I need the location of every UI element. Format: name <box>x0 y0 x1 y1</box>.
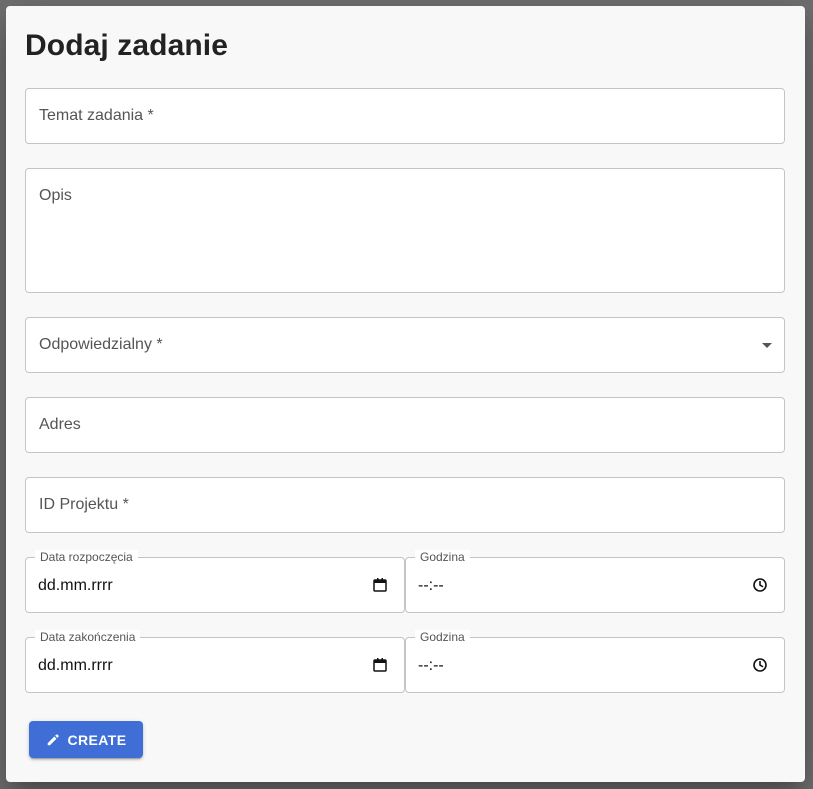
pencil-icon <box>47 733 59 745</box>
clock-icon[interactable] <box>752 657 768 673</box>
responsible-select[interactable]: Odpowiedzialny * <box>25 317 785 373</box>
end-date-value: dd.mm.rrrr <box>38 657 113 674</box>
end-time-value: --:-- <box>418 657 444 674</box>
end-date-input[interactable]: Data zakończenia dd.mm.rrrr <box>25 630 405 693</box>
start-date-value: dd.mm.rrrr <box>38 577 113 594</box>
create-button[interactable]: CREATE <box>29 721 143 758</box>
project-id-label: ID Projektu * <box>39 496 129 513</box>
task-subject-label: Temat zadania * <box>39 107 154 124</box>
start-date-label: Data rozpoczęcia <box>35 550 138 564</box>
project-id-field[interactable]: ID Projektu * <box>25 477 785 533</box>
add-task-dialog: Dodaj zadanie Temat zadania * Opis Odpow… <box>6 6 805 782</box>
end-time-input[interactable]: Godzina --:-- <box>405 630 785 693</box>
start-time-input[interactable]: Godzina --:-- <box>405 550 785 613</box>
end-time-label: Godzina <box>415 630 470 644</box>
address-field[interactable]: Adres <box>25 397 785 453</box>
calendar-icon[interactable] <box>372 577 388 593</box>
calendar-icon[interactable] <box>372 657 388 673</box>
start-time-value: --:-- <box>418 577 444 594</box>
clock-icon[interactable] <box>752 577 768 593</box>
start-time-label: Godzina <box>415 550 470 564</box>
responsible-label: Odpowiedzialny * <box>39 336 163 353</box>
end-date-label: Data zakończenia <box>35 630 141 644</box>
chevron-down-icon[interactable] <box>762 343 772 348</box>
create-button-label: CREATE <box>67 731 127 748</box>
task-subject-field[interactable]: Temat zadania * <box>25 88 785 144</box>
description-textarea[interactable]: Opis <box>25 168 785 293</box>
start-date-input[interactable]: Data rozpoczęcia dd.mm.rrrr <box>25 550 405 613</box>
address-label: Adres <box>39 416 81 433</box>
dialog-title: Dodaj zadanie <box>25 29 229 62</box>
description-label: Opis <box>39 187 72 204</box>
